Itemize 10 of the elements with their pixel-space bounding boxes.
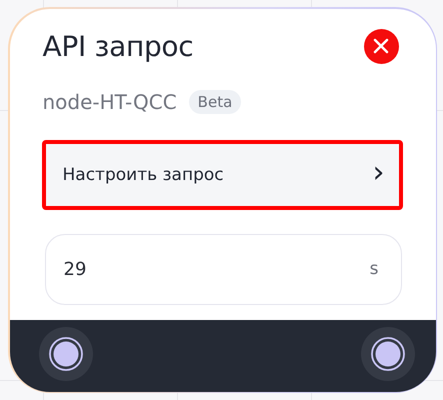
configure-request-button[interactable]: Настроить запрос ›: [42, 140, 402, 210]
connector-handle[interactable]: [38, 326, 92, 380]
close-icon: [373, 38, 389, 54]
timeout-field[interactable]: 29 s: [44, 234, 402, 304]
beta-badge: Beta: [188, 90, 242, 114]
node-title: API запрос: [42, 30, 194, 62]
close-button[interactable]: [364, 28, 398, 64]
unit-label: s: [370, 259, 378, 279]
node-id: node-HT-QCC: [42, 90, 177, 114]
connector-handle[interactable]: [360, 326, 414, 380]
